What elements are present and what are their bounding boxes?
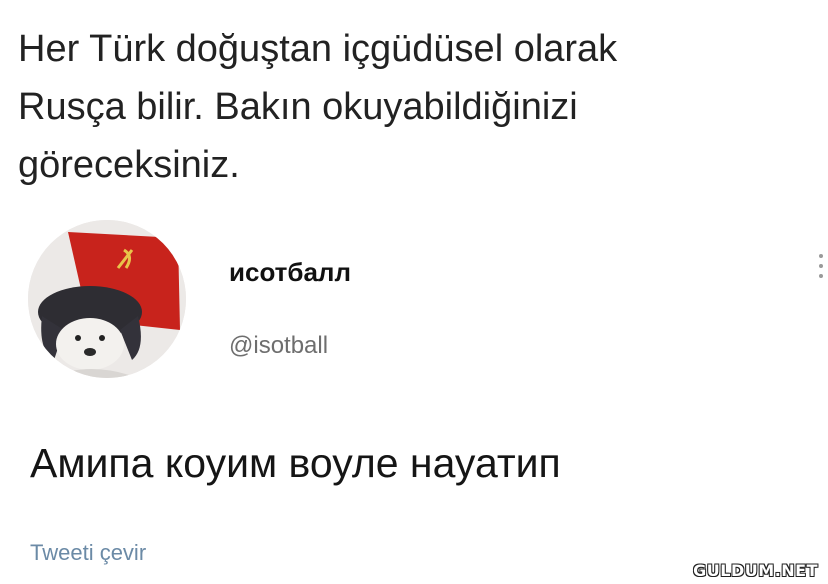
author-display-name[interactable]: исотбалл <box>229 257 351 288</box>
author-handle[interactable]: @isotball <box>229 332 328 360</box>
tweet-text: Амипа коуим воуле науатип <box>30 440 561 486</box>
translate-tweet-link[interactable]: Tweeti çevir <box>30 540 146 566</box>
caption-line-3: göreceksiniz. <box>18 144 240 186</box>
caption-line-1: Her Türk doğuştan içgüdüsel olarak <box>18 28 618 70</box>
watermark-logo: GULDUM.NET <box>693 561 818 580</box>
caption-line-2: Rusça bilir. Bakın okuyabildiğinizi <box>18 86 578 128</box>
avatar[interactable] <box>28 220 186 378</box>
meme-caption: Her Türk doğuştan içgüdüsel olarak Rusça… <box>18 20 808 194</box>
dog-in-ushanka-avatar-icon <box>28 220 186 378</box>
vertical-dots-icon[interactable] <box>818 254 824 284</box>
